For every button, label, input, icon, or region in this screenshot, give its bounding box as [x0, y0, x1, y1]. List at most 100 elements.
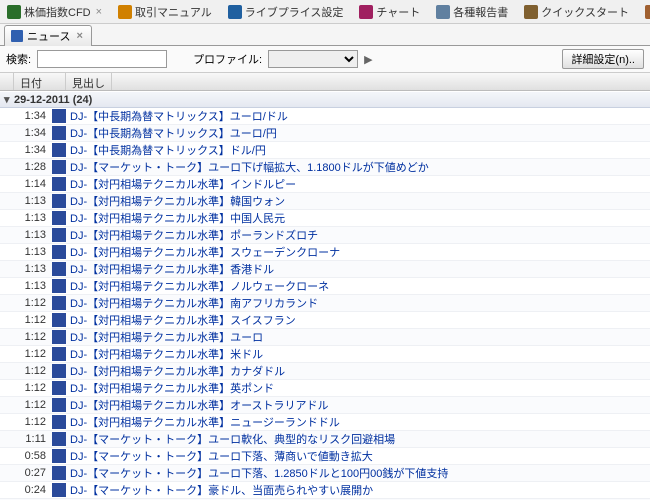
advanced-settings-button[interactable]: 詳細設定(n).. [562, 49, 644, 69]
news-row[interactable]: 1:14 DJ-【対円相場テクニカル水準】インドルピー [0, 176, 650, 193]
row-time: 1:12 [0, 399, 52, 411]
row-time: 1:34 [0, 110, 52, 122]
row-time: 1:13 [0, 229, 52, 241]
news-row[interactable]: 1:13DJ-【対円相場テクニカル水準】中国人民元 [0, 210, 650, 227]
news-row[interactable]: 1:13 DJ-【対円相場テクニカル水準】香港ドル [0, 261, 650, 278]
row-headline[interactable]: DJ-【マーケット・トーク】ユーロ軟化、典型的なリスク回避相場 [70, 431, 395, 447]
toolbar-ico-man[interactable]: 取引マニュアル [113, 2, 217, 22]
grid-header: 日付 見出し [0, 73, 650, 91]
row-headline[interactable]: DJ-【中長期為替マトリックス】ユーロ/ドル [70, 108, 288, 124]
row-time: 1:12 [0, 416, 52, 428]
row-time: 1:12 [0, 382, 52, 394]
row-headline[interactable]: DJ-【対円相場テクニカル水準】ユーロ [70, 329, 263, 345]
expand-column[interactable] [0, 73, 14, 90]
toolbar-ico-cfd[interactable]: 株価指数CFD × [2, 2, 107, 22]
news-row[interactable]: 1:12 DJ-【対円相場テクニカル水準】ニュージーランドドル [0, 414, 650, 431]
row-headline[interactable]: DJ-【対円相場テクニカル水準】米ドル [70, 346, 263, 362]
news-row[interactable]: 1:13 DJ-【対円相場テクニカル水準】韓国ウォン [0, 193, 650, 210]
go-icon[interactable]: ▶ [364, 53, 372, 66]
news-row[interactable]: 1:11DJ-【マーケット・トーク】ユーロ軟化、典型的なリスク回避相場 [0, 431, 650, 448]
row-headline[interactable]: DJ-【対円相場テクニカル水準】スイスフラン [70, 312, 296, 328]
ico-man-icon [118, 5, 132, 19]
profile-select[interactable] [268, 50, 358, 68]
row-headline[interactable]: DJ-【対円相場テクニカル水準】スウェーデンクローナ [70, 244, 340, 260]
source-icon [52, 483, 66, 497]
toolbar-label: 各種報告書 [453, 4, 508, 20]
row-time: 1:12 [0, 365, 52, 377]
row-headline[interactable]: DJ-【対円相場テクニカル水準】香港ドル [70, 261, 274, 277]
row-time: 1:13 [0, 195, 52, 207]
document-tabs: ニュース × [0, 24, 650, 46]
source-icon [52, 296, 66, 310]
row-headline[interactable]: DJ-【マーケット・トーク】ユーロ下げ幅拡大、1.1800ドルが下値めどか [70, 159, 429, 175]
news-row[interactable]: 1:34 DJ-【中長期為替マトリックス】ユーロ/ドル [0, 108, 650, 125]
news-row[interactable]: 0:27DJ-【マーケット・トーク】ユーロ下落、1.2850ドルと100円00銭… [0, 465, 650, 482]
news-row[interactable]: 0:24DJ-【マーケット・トーク】豪ドル、当面売られやすい展開か [0, 482, 650, 499]
toolbar-label: 株価指数CFD [24, 4, 91, 20]
news-row[interactable]: 0:58DJ-【マーケット・トーク】ユーロ下落、薄商いで値動き拡大 [0, 448, 650, 465]
row-time: 1:13 [0, 263, 52, 275]
row-headline[interactable]: DJ-【対円相場テクニカル水準】インドルピー [70, 176, 296, 192]
news-row[interactable]: 1:12 DJ-【対円相場テクニカル水準】英ポンド [0, 380, 650, 397]
news-row[interactable]: 1:12 DJ-【対円相場テクニカル水準】南アフリカランド [0, 295, 650, 312]
source-icon [52, 109, 66, 123]
news-row[interactable]: 1:12 DJ-【対円相場テクニカル水準】カナダドル [0, 363, 650, 380]
row-headline[interactable]: DJ-【マーケット・トーク】ユーロ下落、1.2850ドルと100円00銭が下値支… [70, 465, 448, 481]
toolbar-ico-rep[interactable]: 各種報告書 [431, 2, 513, 22]
row-headline[interactable]: DJ-【マーケット・トーク】ユーロ下落、薄商いで値動き拡大 [70, 448, 373, 464]
row-headline[interactable]: DJ-【対円相場テクニカル水準】カナダドル [70, 363, 285, 379]
source-icon [52, 347, 66, 361]
row-headline[interactable]: DJ-【中長期為替マトリックス】ユーロ/円 [70, 125, 277, 141]
close-icon[interactable]: × [96, 6, 102, 18]
row-time: 1:14 [0, 178, 52, 190]
group-title: 29-12-2011 (24) [14, 94, 92, 106]
news-row[interactable]: 1:13 DJ-【対円相場テクニカル水準】ノルウェークローネ [0, 278, 650, 295]
source-icon [52, 211, 66, 225]
row-headline[interactable]: DJ-【マーケット・トーク】豪ドル、当面売られやすい展開か [70, 482, 373, 498]
toolbar-ico-chart[interactable]: チャート [354, 2, 425, 22]
row-headline[interactable]: DJ-【対円相場テクニカル水準】南アフリカランド [70, 295, 318, 311]
row-time: 1:28 [0, 161, 52, 173]
row-time: 1:34 [0, 144, 52, 156]
row-headline[interactable]: DJ-【対円相場テクニカル水準】中国人民元 [70, 210, 285, 226]
row-headline[interactable]: DJ-【対円相場テクニカル水準】ポーランドズロチ [70, 227, 318, 243]
news-row[interactable]: 1:12 DJ-【対円相場テクニカル水準】ユーロ [0, 329, 650, 346]
row-headline[interactable]: DJ-【対円相場テクニカル水準】オーストラリアドル [70, 397, 329, 413]
source-icon [52, 330, 66, 344]
news-row[interactable]: 1:34DJ-【中長期為替マトリックス】ユーロ/円 [0, 125, 650, 142]
source-icon [52, 466, 66, 480]
news-row[interactable]: 1:12DJ-【対円相場テクニカル水準】米ドル [0, 346, 650, 363]
row-headline[interactable]: DJ-【対円相場テクニカル水準】ニュージーランドドル [70, 414, 340, 430]
profile-label: プロファイル: [193, 51, 262, 67]
news-row[interactable]: 1:13DJ-【対円相場テクニカル水準】スウェーデンクローナ [0, 244, 650, 261]
row-time: 1:13 [0, 280, 52, 292]
row-time: 1:12 [0, 314, 52, 326]
toolbar-ico-quick[interactable]: クイックスタート [519, 2, 634, 22]
source-icon [52, 245, 66, 259]
news-row[interactable]: 1:12 DJ-【対円相場テクニカル水準】オーストラリアドル [0, 397, 650, 414]
row-headline[interactable]: DJ-【中長期為替マトリックス】ドル/円 [70, 142, 266, 158]
row-time: 1:12 [0, 297, 52, 309]
row-headline[interactable]: DJ-【対円相場テクニカル水準】韓国ウォン [70, 193, 285, 209]
toolbar-label: チャート [376, 4, 420, 20]
row-time: 1:12 [0, 331, 52, 343]
search-input[interactable] [37, 50, 167, 68]
toolbar-label: 取引マニュアル [135, 4, 212, 20]
toolbar-ico-prod[interactable]: 商品エクスプローラー [640, 2, 650, 22]
news-row[interactable]: 1:12 DJ-【対円相場テクニカル水準】スイスフラン [0, 312, 650, 329]
date-group-header[interactable]: ▾29-12-2011 (24) [0, 91, 650, 108]
column-headline[interactable]: 見出し [66, 73, 112, 90]
news-row[interactable]: 1:34 DJ-【中長期為替マトリックス】ドル/円 [0, 142, 650, 159]
column-date[interactable]: 日付 [14, 73, 66, 90]
source-icon [52, 449, 66, 463]
source-icon [52, 313, 66, 327]
toolbar-ico-live[interactable]: ライブプライス設定 [223, 2, 349, 22]
close-icon[interactable]: × [74, 30, 84, 42]
collapse-icon[interactable]: ▾ [4, 93, 14, 106]
row-headline[interactable]: DJ-【対円相場テクニカル水準】英ポンド [70, 380, 274, 396]
tab-news[interactable]: ニュース × [4, 25, 92, 46]
row-headline[interactable]: DJ-【対円相場テクニカル水準】ノルウェークローネ [70, 278, 329, 294]
ico-rep-icon [436, 5, 450, 19]
news-row[interactable]: 1:28 DJ-【マーケット・トーク】ユーロ下げ幅拡大、1.1800ドルが下値めど… [0, 159, 650, 176]
news-row[interactable]: 1:13 DJ-【対円相場テクニカル水準】ポーランドズロチ [0, 227, 650, 244]
